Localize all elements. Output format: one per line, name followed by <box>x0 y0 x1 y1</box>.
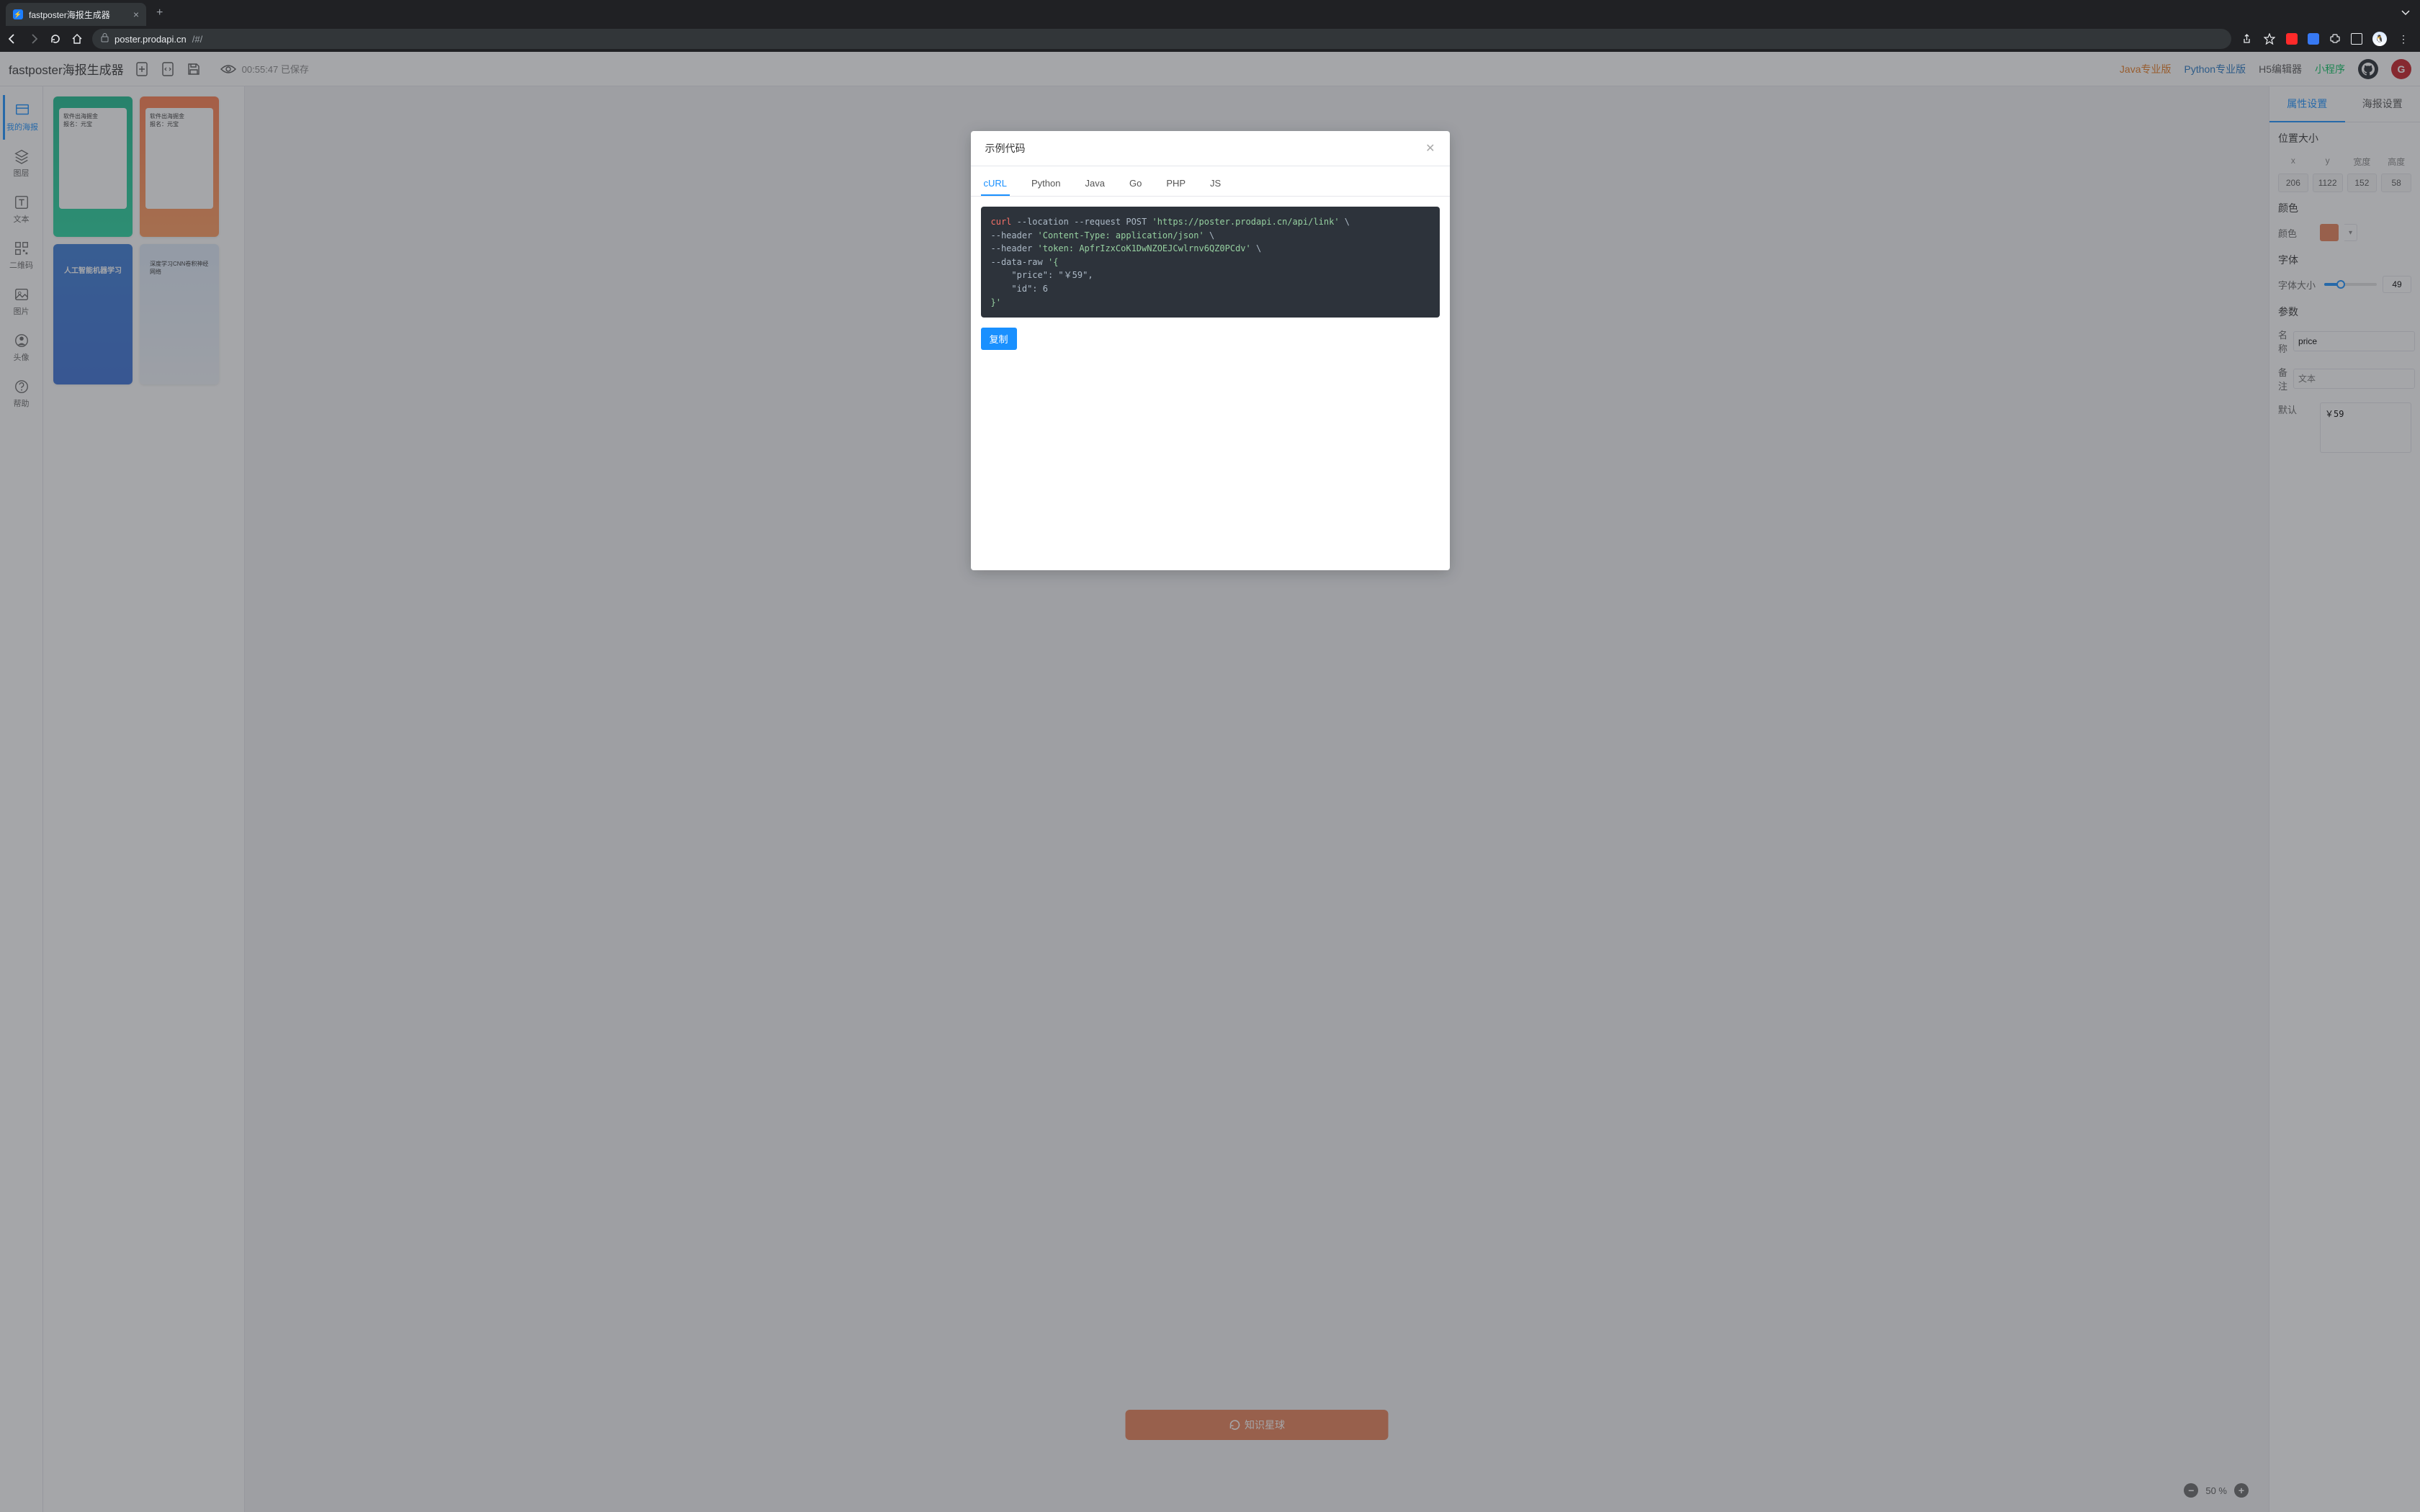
side-panel-icon[interactable] <box>2351 33 2362 45</box>
modal-tab-js[interactable]: JS <box>1207 172 1224 196</box>
lock-icon <box>101 33 109 45</box>
code-sample-modal: 示例代码 ✕ cURL Python Java Go PHP JS curl -… <box>971 131 1450 570</box>
extensions-icon[interactable] <box>2329 32 2341 46</box>
new-tab-button[interactable]: + <box>156 6 163 19</box>
browser-address-row: poster.prodapi.cn /#/ 🐧 ⋮ <box>0 26 2420 52</box>
extension-translate-icon[interactable] <box>2308 33 2319 45</box>
modal-tab-java[interactable]: Java <box>1083 172 1108 196</box>
modal-overlay[interactable]: 示例代码 ✕ cURL Python Java Go PHP JS curl -… <box>0 52 2420 1512</box>
modal-tab-php[interactable]: PHP <box>1163 172 1188 196</box>
close-icon[interactable]: × <box>133 9 139 20</box>
minimize-icon[interactable] <box>2401 7 2410 19</box>
reload-icon[interactable] <box>49 32 62 45</box>
menu-icon[interactable]: ⋮ <box>2397 32 2410 45</box>
tab-title: fastposter海报生成器 <box>29 9 110 21</box>
browser-tab[interactable]: ⚡ fastposter海报生成器 × <box>6 3 146 26</box>
code-block[interactable]: curl --location --request POST 'https://… <box>981 207 1440 318</box>
chrome-actions: 🐧 ⋮ <box>2240 32 2414 46</box>
modal-title: 示例代码 <box>985 141 1026 156</box>
browser-tabs: ⚡ fastposter海报生成器 × + <box>0 0 2420 26</box>
share-icon[interactable] <box>2240 32 2253 45</box>
extension-adblock-icon[interactable] <box>2286 33 2298 45</box>
modal-tab-go[interactable]: Go <box>1126 172 1144 196</box>
star-icon[interactable] <box>2263 32 2276 45</box>
profile-avatar-icon[interactable]: 🐧 <box>2372 32 2387 46</box>
favicon-icon: ⚡ <box>13 9 23 19</box>
url-bar[interactable]: poster.prodapi.cn /#/ <box>92 29 2231 49</box>
modal-tab-python[interactable]: Python <box>1028 172 1063 196</box>
back-icon[interactable] <box>6 32 19 45</box>
url-domain: poster.prodapi.cn <box>115 34 187 45</box>
modal-tab-curl[interactable]: cURL <box>981 172 1010 196</box>
modal-close-icon[interactable]: ✕ <box>1425 141 1435 156</box>
home-icon[interactable] <box>71 32 84 45</box>
copy-button[interactable]: 复制 <box>981 328 1017 350</box>
url-path: /#/ <box>192 34 202 45</box>
forward-icon[interactable] <box>27 32 40 45</box>
